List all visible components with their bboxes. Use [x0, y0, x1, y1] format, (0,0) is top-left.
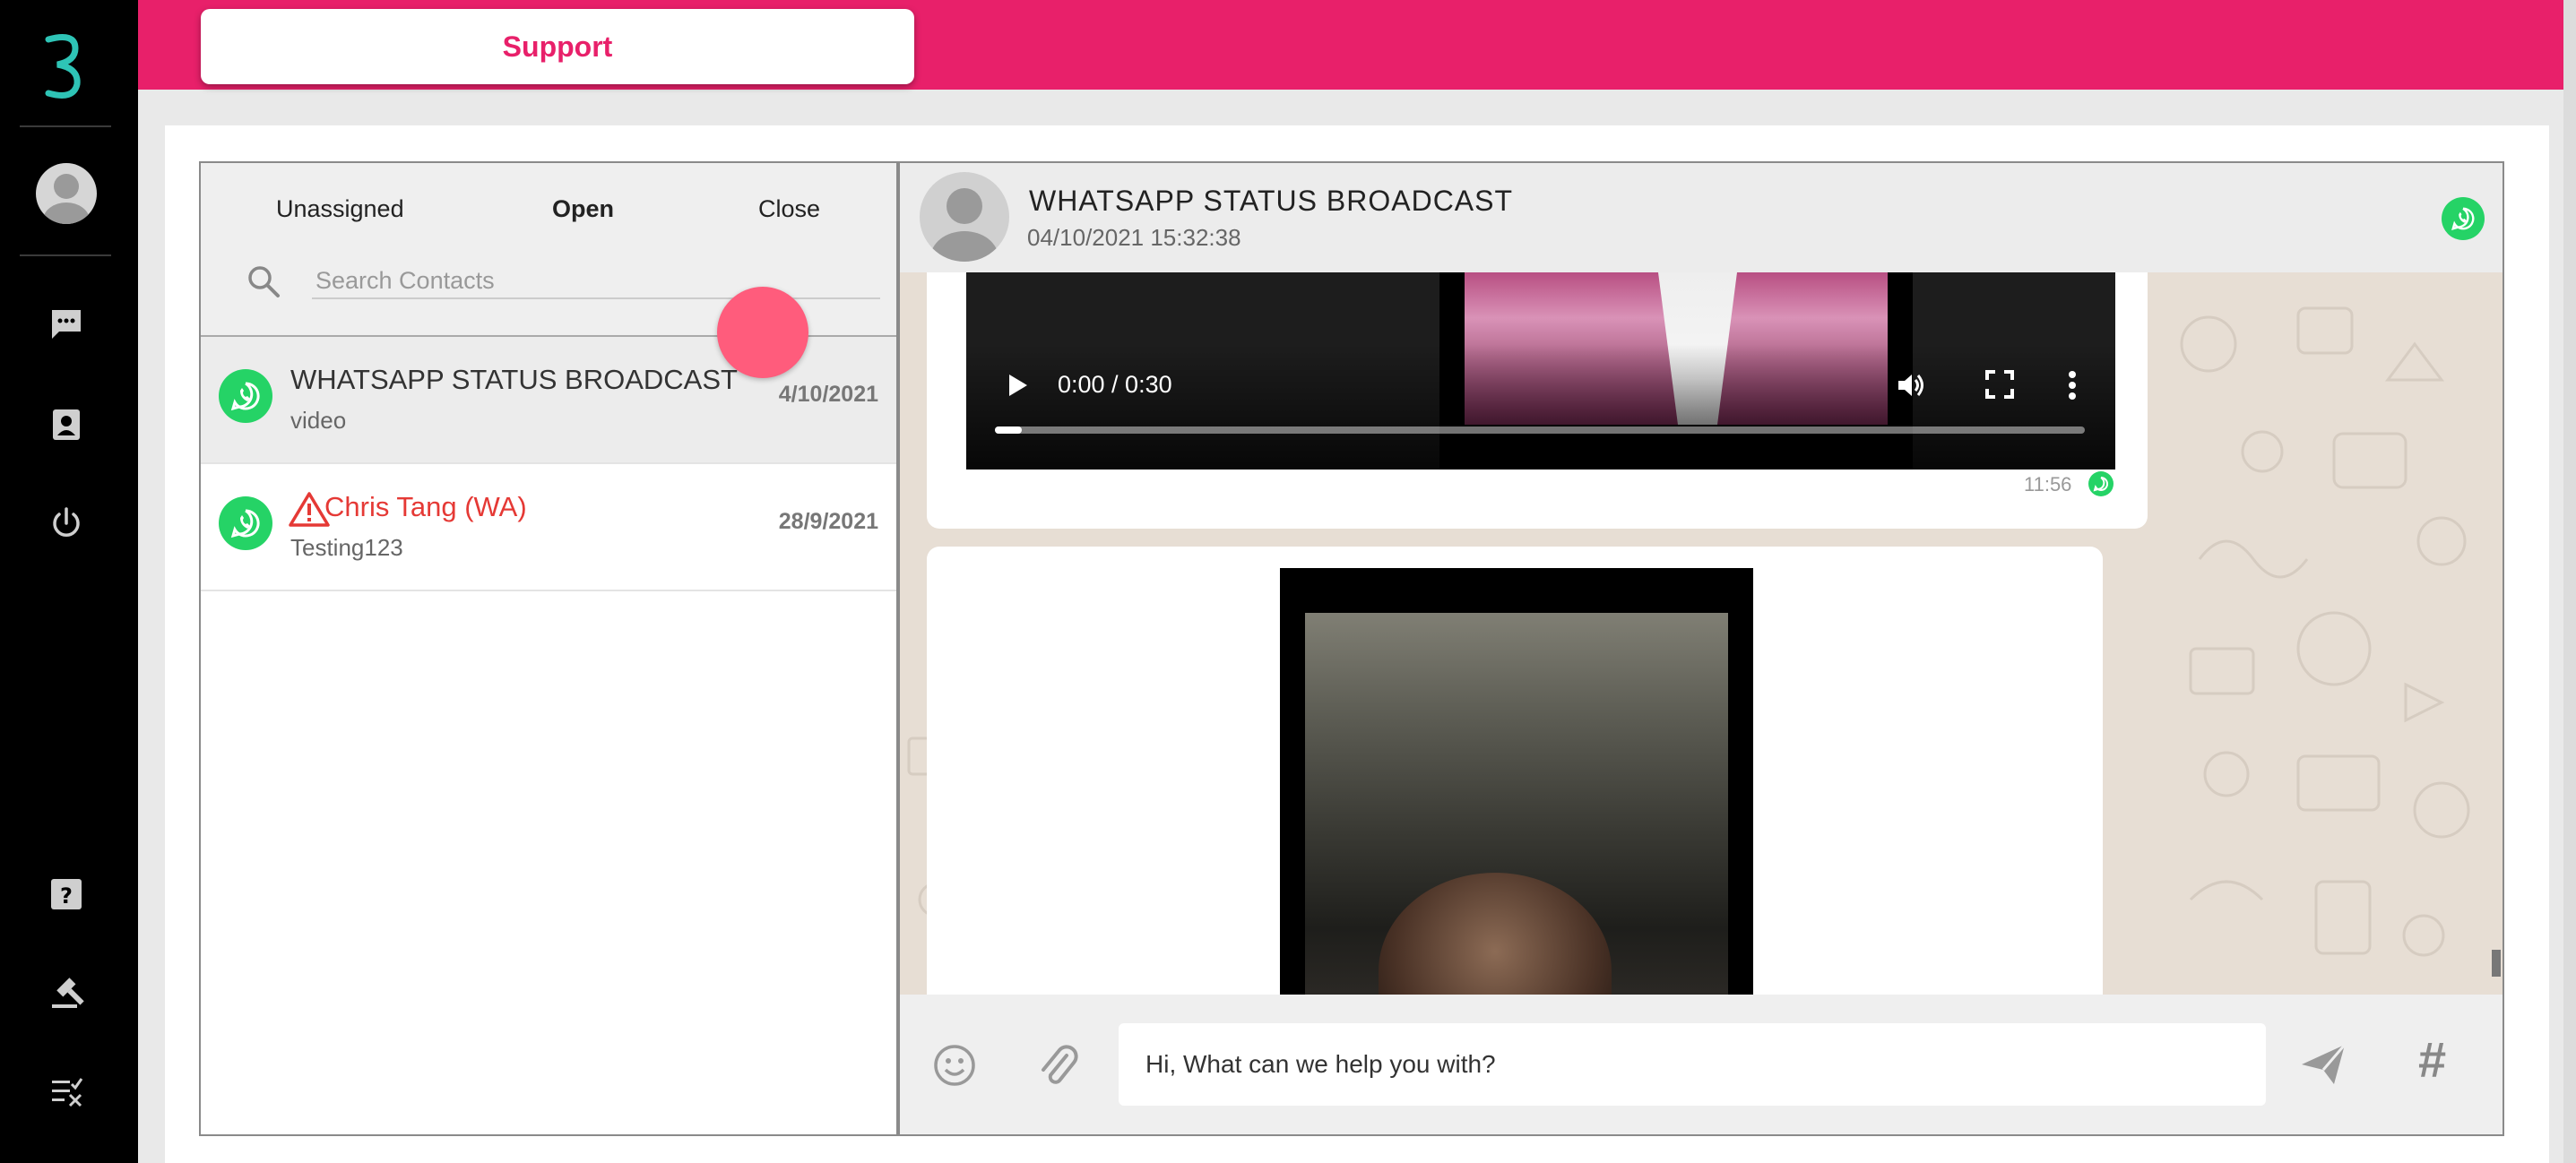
gavel-icon[interactable]: [45, 971, 88, 1014]
user-avatar[interactable]: [36, 163, 97, 224]
emoji-icon[interactable]: [932, 1043, 977, 1088]
video-frame: [1305, 613, 1728, 995]
chat-timestamp: 04/10/2021 15:32:38: [1027, 224, 1241, 251]
send-icon[interactable]: [2298, 1039, 2348, 1090]
contact-avatar: [920, 172, 1009, 262]
tab-open[interactable]: Open: [552, 195, 614, 223]
window-scrollbar[interactable]: [2563, 0, 2576, 1163]
chat-title: WHATSAPP STATUS BROADCAST: [1029, 185, 1514, 217]
contact-date: 4/10/2021: [778, 382, 878, 407]
sidebar-divider: [20, 125, 111, 127]
message-bubble: [927, 547, 2103, 995]
attachment-icon[interactable]: [1036, 1039, 1079, 1090]
video-progress-track[interactable]: [995, 426, 2085, 434]
chat-scrollbar[interactable]: [2492, 950, 2501, 977]
sidebar: ?: [0, 0, 138, 1163]
chat-icon[interactable]: [45, 303, 88, 346]
play-icon[interactable]: [1002, 371, 1031, 400]
fullscreen-icon[interactable]: [1984, 369, 2015, 400]
search-input[interactable]: [312, 263, 880, 299]
volume-icon[interactable]: [1895, 369, 1927, 401]
sidebar-divider: [20, 254, 111, 256]
search-icon: [248, 266, 280, 297]
message-composer: #: [900, 995, 2503, 1134]
contact-date: 28/9/2021: [778, 509, 878, 534]
video-player[interactable]: 0:00 / 0:30: [966, 272, 2115, 470]
video-controls-overlay: [966, 344, 2115, 470]
tab-unassigned[interactable]: Unassigned: [276, 195, 404, 223]
video-time: 0:00 / 0:30: [1058, 371, 1172, 398]
contacts-icon[interactable]: [45, 403, 88, 446]
whatsapp-icon: [219, 496, 272, 550]
tab-close[interactable]: Close: [758, 195, 820, 223]
video-thumbnail: [1379, 873, 1612, 995]
checklist-icon[interactable]: [45, 1070, 88, 1113]
message-bubble: 0:00 / 0:30 11:56: [927, 272, 2148, 529]
contact-preview: Testing123: [290, 534, 403, 561]
video-player[interactable]: [1280, 568, 1753, 995]
support-button[interactable]: Support: [201, 9, 914, 84]
more-options-icon[interactable]: [2062, 367, 2083, 403]
message-time: 11:56: [2024, 473, 2072, 495]
whatsapp-icon: [2088, 471, 2114, 496]
contact-name: Chris Tang (WA): [324, 491, 527, 522]
whatsapp-icon: [219, 369, 272, 423]
chat-panel: WHATSAPP STATUS BROADCAST 04/10/2021 15:…: [898, 161, 2504, 1136]
contact-name: WHATSAPP STATUS BROADCAST: [290, 364, 738, 395]
floating-action-button[interactable]: [717, 287, 808, 378]
svg-text:?: ?: [60, 883, 73, 909]
message-area[interactable]: 0:00 / 0:30 11:56: [900, 272, 2503, 995]
logo: [45, 34, 81, 99]
power-icon[interactable]: [45, 502, 88, 545]
video-progress-fill: [995, 426, 1022, 434]
chat-header: WHATSAPP STATUS BROADCAST 04/10/2021 15:…: [900, 163, 2503, 272]
message-input[interactable]: [1119, 1023, 2266, 1106]
contact-item[interactable]: Chris Tang (WA) Testing123 28/9/2021: [201, 464, 896, 591]
hashtag-button[interactable]: #: [2418, 1030, 2446, 1089]
help-icon[interactable]: ?: [45, 873, 88, 916]
whatsapp-icon: [2442, 197, 2485, 240]
contact-preview: video: [290, 407, 347, 434]
